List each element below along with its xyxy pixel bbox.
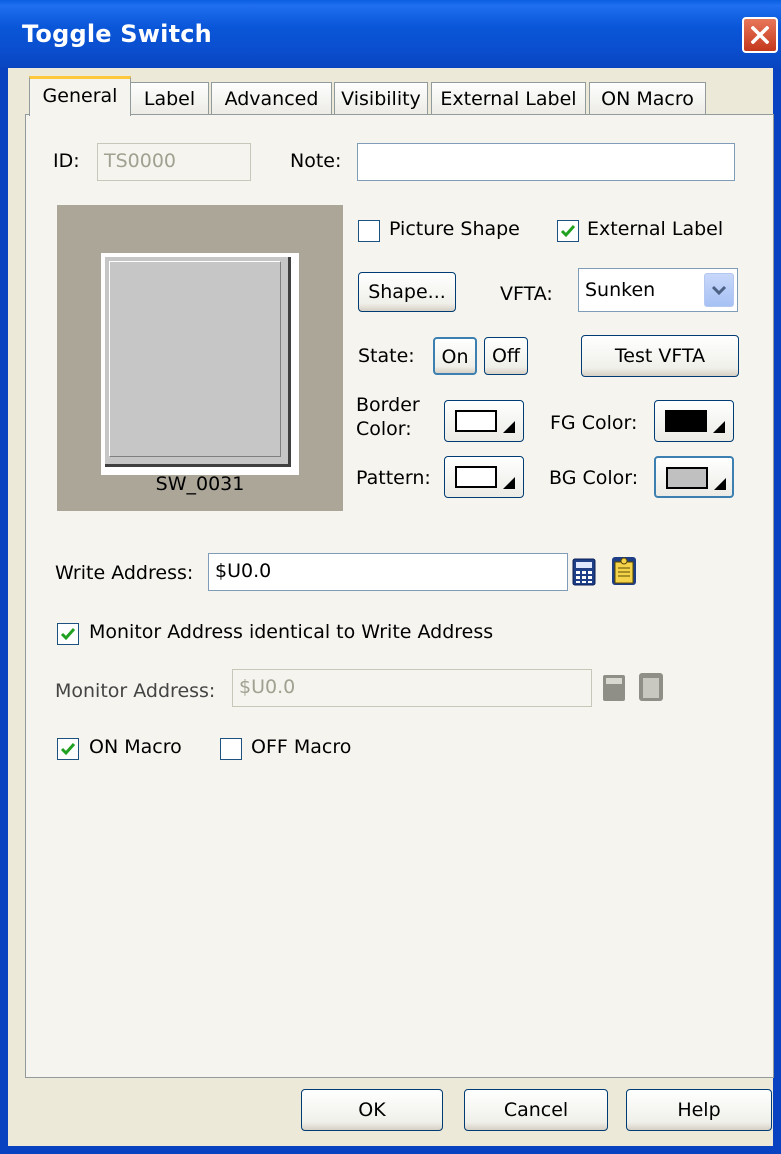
tab-label-text: Advanced (224, 88, 319, 110)
picture-shape-checkbox[interactable] (358, 220, 380, 242)
calculator-icon (603, 675, 625, 701)
tab-label-text: ON Macro (601, 88, 694, 110)
window-frame-bottom (0, 1146, 781, 1154)
window-frame-left (0, 68, 8, 1154)
border-color-label-line1: Border (356, 394, 420, 416)
fg-color-label: FG Color: (550, 412, 638, 434)
pattern-label: Pattern: (356, 467, 431, 489)
shape-preview: SW_0031 (57, 205, 343, 511)
write-address-input[interactable]: $U0.0 (208, 553, 568, 591)
id-label: ID: (53, 150, 80, 172)
state-label: State: (358, 345, 415, 367)
dropdown-triangle-icon (713, 421, 725, 433)
on-macro-checkbox[interactable] (57, 738, 79, 760)
calculator-icon (572, 558, 596, 586)
fg-color-button[interactable] (654, 400, 734, 442)
tab-label-text: External Label (440, 88, 577, 110)
vfta-label: VFTA: (500, 283, 553, 305)
tag-browse-icon (639, 673, 663, 701)
on-macro-label: ON Macro (89, 736, 182, 758)
switch-preview-face (105, 257, 291, 467)
external-label-label: External Label (587, 218, 724, 240)
checkmark-icon (60, 743, 76, 756)
external-label-checkbox[interactable] (557, 220, 579, 242)
cancel-button[interactable]: Cancel (464, 1089, 608, 1131)
dropdown-triangle-icon (503, 477, 515, 489)
state-on-button[interactable]: On (433, 337, 477, 375)
pattern-swatch (455, 466, 497, 488)
write-address-calculator-button[interactable] (572, 558, 596, 586)
vfta-dropdown-button[interactable] (704, 273, 734, 307)
test-vfta-button[interactable]: Test VFTA (581, 335, 739, 377)
tab-external-label[interactable]: External Label (431, 82, 586, 115)
checkmark-icon (560, 225, 576, 238)
dropdown-triangle-icon (714, 478, 726, 490)
note-input[interactable] (357, 143, 735, 181)
monitor-address-tag-button (638, 672, 663, 701)
tag-browse-icon (612, 557, 636, 585)
window-title: Toggle Switch (22, 20, 212, 48)
tab-advanced[interactable]: Advanced (211, 82, 332, 115)
monitor-identical-label: Monitor Address identical to Write Addre… (89, 621, 494, 643)
bg-color-button[interactable] (654, 456, 734, 498)
preview-label: SW_0031 (155, 473, 245, 495)
border-color-label-line2: Color: (356, 418, 412, 440)
help-button[interactable]: Help (626, 1089, 772, 1131)
tab-label[interactable]: Label (130, 82, 209, 115)
monitor-identical-checkbox[interactable] (57, 623, 79, 645)
pattern-button[interactable] (444, 456, 524, 498)
close-button[interactable] (742, 17, 778, 53)
close-icon (751, 26, 769, 44)
title-bar[interactable]: Toggle Switch (0, 0, 781, 68)
chevron-down-icon (711, 285, 727, 296)
switch-preview-bevel (109, 261, 281, 457)
bg-color-label: BG Color: (549, 467, 639, 489)
id-field: TS0000 (97, 143, 251, 181)
tab-on-macro[interactable]: ON Macro (589, 82, 706, 115)
dropdown-triangle-icon (503, 421, 515, 433)
tab-label-text: Visibility (341, 88, 421, 110)
write-address-label: Write Address: (55, 562, 194, 584)
window-frame-right (773, 68, 781, 1154)
off-macro-label: OFF Macro (251, 736, 352, 758)
shape-button[interactable]: Shape... (358, 272, 456, 312)
monitor-address-input: $U0.0 (232, 669, 592, 707)
note-label: Note: (290, 150, 342, 172)
tab-label-text: Label (143, 88, 196, 110)
ok-button[interactable]: OK (301, 1089, 443, 1131)
switch-preview-shape (101, 253, 299, 475)
state-off-button[interactable]: Off (484, 337, 528, 375)
checkmark-icon (60, 628, 76, 641)
tab-general[interactable]: General (29, 76, 131, 116)
tab-label: General (42, 85, 118, 107)
toggle-switch-dialog: Toggle Switch General Label Advanced Vis… (0, 0, 781, 1154)
bg-color-swatch (666, 467, 708, 489)
monitor-address-label: Monitor Address: (55, 680, 216, 702)
picture-shape-label: Picture Shape (389, 218, 520, 240)
tab-visibility[interactable]: Visibility (334, 82, 428, 115)
fg-color-swatch (665, 410, 707, 432)
off-macro-checkbox[interactable] (220, 738, 242, 760)
border-color-swatch (455, 410, 497, 432)
monitor-address-calculator-button (602, 674, 626, 702)
vfta-select[interactable]: Sunken (578, 268, 738, 312)
vfta-value: Sunken (585, 279, 656, 301)
border-color-button[interactable] (444, 400, 524, 442)
write-address-tag-button[interactable] (611, 556, 636, 585)
